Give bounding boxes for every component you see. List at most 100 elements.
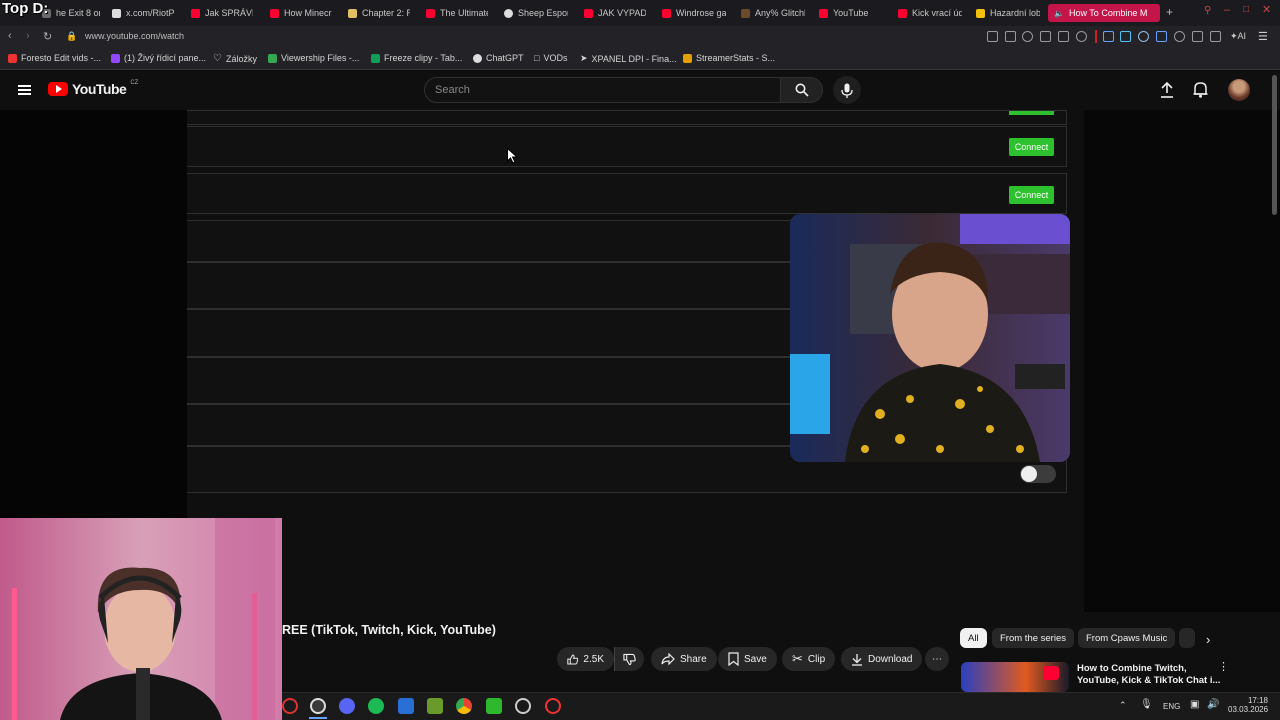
youtube-icon [662, 8, 671, 18]
obs-icon[interactable] [310, 698, 326, 714]
voice-search-button[interactable] [833, 76, 861, 104]
extension-icon[interactable] [1120, 31, 1131, 42]
app-icon[interactable] [515, 698, 531, 714]
connect-button[interactable]: Connect [1009, 138, 1054, 156]
chip-all[interactable]: All [960, 628, 987, 648]
toggle-switch[interactable] [1020, 465, 1056, 483]
extension-icon[interactable] [1103, 31, 1114, 42]
volume-icon[interactable]: 🔊 [1207, 699, 1219, 710]
search-box[interactable] [424, 77, 781, 103]
search-button[interactable] [781, 77, 823, 103]
share-button[interactable]: Share [651, 647, 717, 671]
extension-icon[interactable] [987, 31, 998, 42]
chip-from-cpaws-music[interactable]: From Cpaws Music [1078, 628, 1176, 648]
hamburger-menu-icon[interactable] [18, 83, 31, 97]
connect-button[interactable]: Connect [1009, 186, 1054, 204]
right-sidebar-area [1084, 110, 1280, 612]
extension-icon[interactable] [1138, 31, 1149, 42]
heart-icon[interactable] [1076, 31, 1087, 42]
related-video-title[interactable]: How to Combine Twitch, YouTube, Kick & T… [1077, 663, 1220, 687]
extension-icon[interactable] [1174, 31, 1185, 42]
clip-button[interactable]: ✂ Clip [782, 647, 836, 671]
chip-from-the-series[interactable]: From the series [992, 628, 1074, 648]
browser-tab[interactable]: Chapter 2: R [344, 4, 410, 22]
forward-icon[interactable]: › [26, 30, 30, 42]
bookmark[interactable]: Viewership Files -... [268, 53, 359, 63]
thumbs-up-icon [567, 654, 579, 664]
browser-tab[interactable]: YouTube [815, 4, 875, 22]
download-icon[interactable] [1210, 31, 1221, 42]
browser-tab[interactable]: x.com/RiotPl [108, 4, 174, 22]
chip-partial[interactable] [1179, 628, 1195, 648]
bookmark[interactable]: ChatGPT [473, 53, 524, 63]
notifications-bell-icon[interactable] [1193, 81, 1208, 103]
avatar[interactable] [1228, 79, 1250, 101]
profile-icon[interactable] [1192, 31, 1203, 42]
upload-icon[interactable] [1160, 81, 1174, 103]
play-icon[interactable] [1058, 31, 1069, 42]
bookmark[interactable]: Freeze clipy - Tab... [371, 53, 462, 63]
bookmark[interactable]: ♡ Záložky [213, 53, 257, 64]
more-actions-icon[interactable]: ⋯ [925, 647, 949, 671]
bookmark[interactable]: □ VODs [534, 53, 567, 63]
url-field[interactable]: www.youtube.com/watch [85, 31, 184, 41]
related-video-thumbnail[interactable] [961, 662, 1069, 692]
extension-icon[interactable] [1156, 31, 1167, 42]
network-icon[interactable]: ▣ [1190, 699, 1199, 710]
related-more-icon[interactable]: ⋮ [1218, 662, 1229, 673]
chevron-right-icon[interactable]: › [1206, 632, 1210, 647]
youtube-logo[interactable]: YouTube CZ [48, 80, 138, 97]
browser-tab[interactable]: Jak SPRÁVNĚ [187, 4, 253, 22]
browser-tab[interactable]: JAK VYPADÁ [580, 4, 646, 22]
lock-icon[interactable]: 🔒 [66, 31, 77, 42]
translate-icon[interactable] [1040, 31, 1051, 42]
minecraft-icon[interactable] [427, 698, 443, 714]
search-input[interactable] [425, 78, 780, 102]
chrome-icon[interactable] [456, 698, 472, 714]
bookmark[interactable]: (1) Živý řídicí pane... [111, 53, 206, 63]
like-button[interactable]: 2.5K [557, 647, 614, 671]
download-button[interactable]: Download [841, 647, 923, 671]
spotify-icon[interactable] [368, 698, 384, 714]
video-player[interactable]: Connect Connect [187, 110, 1084, 612]
browser-tab[interactable]: Hazardní lob [972, 4, 1040, 22]
chevron-up-icon[interactable]: ⌃ [1119, 700, 1127, 711]
reload-icon[interactable]: ↻ [43, 30, 52, 43]
dislike-button[interactable] [614, 647, 644, 671]
bookmark[interactable]: StreamerStats - S... [683, 53, 775, 63]
search-tabs-icon[interactable]: ⚲ [1204, 5, 1211, 16]
bookmark[interactable]: Foresto Edit vids -... [8, 53, 101, 63]
app-icon[interactable] [486, 698, 502, 714]
browser-tab[interactable]: Windrose ga [658, 4, 726, 22]
language-indicator[interactable]: ENG [1163, 702, 1180, 711]
extension-icon[interactable] [1005, 31, 1016, 42]
address-bar: ‹ › ↻ 🔒 www.youtube.com/watch ✦AI ☰ [0, 26, 1280, 48]
speaker-icon: 🔈 [1054, 8, 1064, 18]
app-icon[interactable] [545, 698, 561, 714]
discord-icon[interactable] [339, 698, 355, 714]
menu-icon[interactable]: ☰ [1258, 30, 1268, 43]
browser-tab[interactable]: The Ultimate [422, 4, 488, 22]
like-count: 2.5K [583, 653, 604, 665]
opera-icon[interactable] [282, 698, 298, 714]
browser-tab[interactable]: Any% Glitchl [737, 4, 805, 22]
new-tab-button[interactable]: + [1166, 5, 1173, 19]
browser-tab[interactable]: How Minecra [266, 4, 332, 22]
save-button[interactable]: Save [718, 647, 777, 671]
scrollbar-thumb[interactable] [1272, 75, 1277, 215]
browser-tab[interactable]: Kick vrací úd [894, 4, 962, 22]
extension-icon[interactable] [1022, 31, 1033, 42]
browser-tab-active[interactable]: 🔈 How To Combine M [1048, 4, 1160, 22]
minimize-button[interactable]: – [1224, 4, 1230, 16]
back-icon[interactable]: ‹ [8, 30, 12, 42]
sheets-icon [371, 53, 380, 63]
browser-tab[interactable]: Sheep Espor [500, 4, 568, 22]
ai-icon[interactable]: ✦AI [1230, 31, 1246, 42]
bookmark[interactable]: ➤ XPANEL DPI - Fina... [580, 53, 677, 64]
maximize-button[interactable]: □ [1243, 4, 1249, 15]
app-icon[interactable] [398, 698, 414, 714]
close-window-button[interactable]: ✕ [1262, 3, 1271, 16]
presenter-webcam [790, 214, 1070, 462]
microphone-icon[interactable]: 🎙 [1140, 699, 1153, 710]
clock[interactable]: 17:18 03.03.2026 [1228, 696, 1268, 714]
